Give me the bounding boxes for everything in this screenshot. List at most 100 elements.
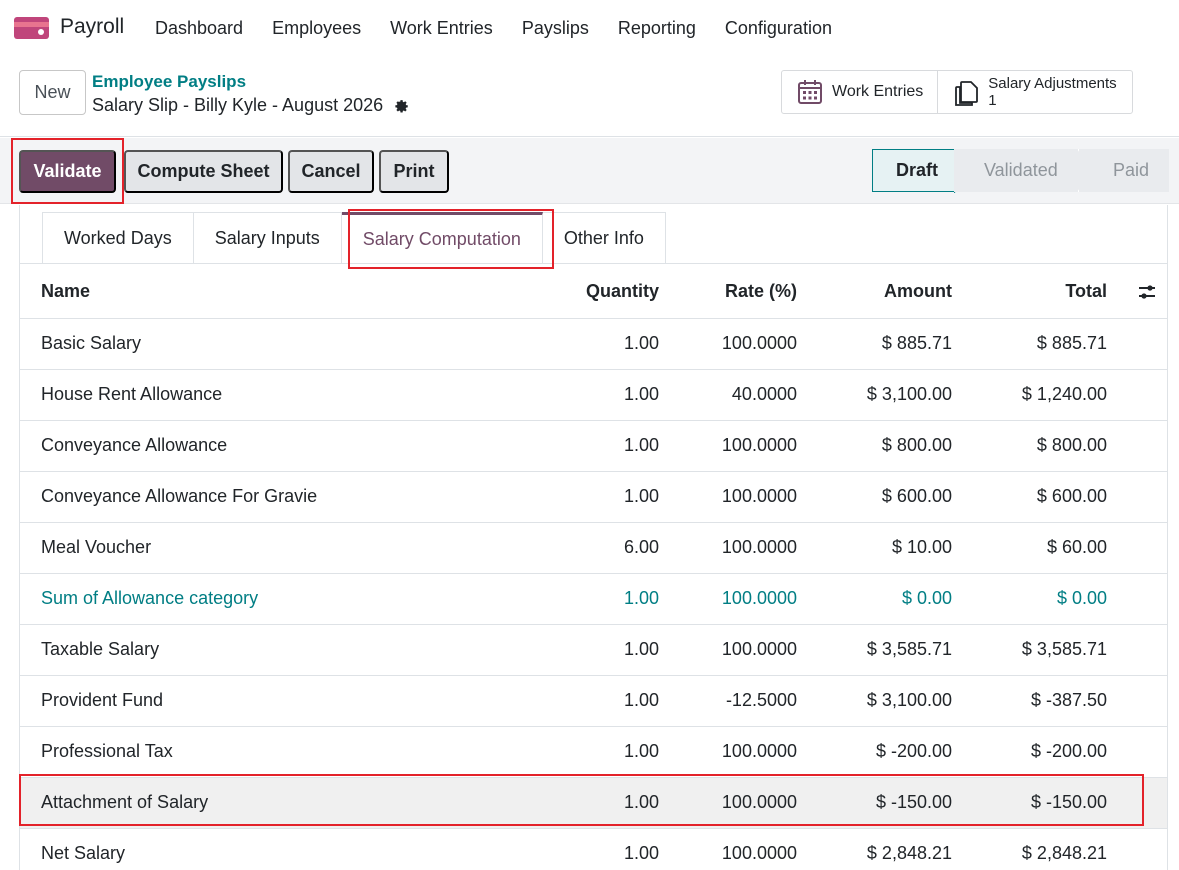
table-row[interactable]: Sum of Allowance category 1.00 100.0000 … <box>20 573 1167 625</box>
cell-quantity: 1.00 <box>539 420 669 472</box>
menu-employees[interactable]: Employees <box>272 18 361 39</box>
stage-draft[interactable]: Draft <box>872 149 972 193</box>
cell-total: $ 885.71 <box>962 318 1117 370</box>
cell-quantity: 1.00 <box>539 624 669 676</box>
print-button[interactable]: Print <box>379 150 449 193</box>
col-rate[interactable]: Rate (%) <box>669 265 807 319</box>
cell-total: $ 800.00 <box>962 420 1117 472</box>
menu-reporting[interactable]: Reporting <box>618 18 696 39</box>
smart-buttons: Work Entries Salary Adjustments 1 <box>781 70 1133 114</box>
app-name[interactable]: Payroll <box>60 15 124 39</box>
cell-rate: 40.0000 <box>669 369 807 421</box>
cell-rate: 100.0000 <box>669 828 807 870</box>
compute-sheet-button[interactable]: Compute Sheet <box>124 150 283 193</box>
cell-name: Net Salary <box>20 828 539 870</box>
cell-optional <box>1117 675 1167 727</box>
cell-name: Conveyance Allowance <box>20 420 539 472</box>
table-row[interactable]: Basic Salary 1.00 100.0000 $ 885.71 $ 88… <box>20 318 1167 370</box>
control-panel: New Employee Payslips Salary Slip - Bill… <box>0 57 1179 137</box>
cell-quantity: 1.00 <box>539 573 669 625</box>
top-navbar: Payroll Dashboard Employees Work Entries… <box>0 0 1179 57</box>
payroll-app-icon[interactable] <box>14 17 49 39</box>
cell-optional <box>1117 828 1167 870</box>
table-row[interactable]: Net Salary 1.00 100.0000 $ 2,848.21 $ 2,… <box>20 828 1167 870</box>
cell-quantity: 1.00 <box>539 828 669 870</box>
cell-name: House Rent Allowance <box>20 369 539 421</box>
cell-total: $ 0.00 <box>962 573 1117 625</box>
cell-amount: $ 800.00 <box>807 420 962 472</box>
cell-total: $ -387.50 <box>962 675 1117 727</box>
cell-rate: 100.0000 <box>669 318 807 370</box>
table-row[interactable]: Conveyance Allowance For Gravie 1.00 100… <box>20 471 1167 523</box>
cell-amount: $ 2,848.21 <box>807 828 962 870</box>
tab-divider <box>20 263 1168 264</box>
breadcrumb-current-label: Salary Slip - Billy Kyle - August 2026 <box>92 95 384 115</box>
col-quantity[interactable]: Quantity <box>539 265 669 319</box>
cell-amount: $ 3,585.71 <box>807 624 962 676</box>
cell-total: $ 3,585.71 <box>962 624 1117 676</box>
cell-rate: -12.5000 <box>669 675 807 727</box>
table-row[interactable]: Conveyance Allowance 1.00 100.0000 $ 800… <box>20 420 1167 472</box>
gear-icon[interactable] <box>392 97 410 115</box>
cell-total: $ 2,848.21 <box>962 828 1117 870</box>
cancel-button[interactable]: Cancel <box>288 150 374 193</box>
cell-name: Conveyance Allowance For Gravie <box>20 471 539 523</box>
menu-payslips[interactable]: Payslips <box>522 18 589 39</box>
validate-button[interactable]: Validate <box>19 150 116 193</box>
calendar-icon <box>798 80 822 104</box>
cell-quantity: 1.00 <box>539 471 669 523</box>
table-row[interactable]: Meal Voucher 6.00 100.0000 $ 10.00 $ 60.… <box>20 522 1167 574</box>
cell-name: Meal Voucher <box>20 522 539 574</box>
tab-salary-inputs[interactable]: Salary Inputs <box>193 212 342 264</box>
cell-optional <box>1117 624 1167 676</box>
cell-amount: $ 0.00 <box>807 573 962 625</box>
cell-rate: 100.0000 <box>669 573 807 625</box>
column-settings-icon[interactable] <box>1137 282 1157 302</box>
menu-dashboard[interactable]: Dashboard <box>155 18 243 39</box>
status-pipeline: Draft Validated Paid <box>872 149 1169 193</box>
new-button[interactable]: New <box>19 70 86 115</box>
table-header-row: Name Quantity Rate (%) Amount Total <box>20 265 1167 319</box>
menu-work-entries[interactable]: Work Entries <box>390 18 493 39</box>
cell-optional <box>1117 573 1167 625</box>
breadcrumb-parent[interactable]: Employee Payslips <box>92 72 246 92</box>
col-amount[interactable]: Amount <box>807 265 962 319</box>
col-name[interactable]: Name <box>20 265 539 319</box>
col-total[interactable]: Total <box>962 265 1117 319</box>
cell-optional <box>1117 471 1167 523</box>
tab-other-info[interactable]: Other Info <box>542 212 666 264</box>
documents-icon <box>955 81 979 106</box>
cell-optional <box>1117 420 1167 472</box>
cell-name: Provident Fund <box>20 675 539 727</box>
cell-name: Taxable Salary <box>20 624 539 676</box>
cell-rate: 100.0000 <box>669 471 807 523</box>
cell-optional <box>1117 369 1167 421</box>
cell-total: $ 1,240.00 <box>962 369 1117 421</box>
cell-amount: $ 3,100.00 <box>807 675 962 727</box>
salary-adjustments-button[interactable]: Salary Adjustments 1 <box>937 71 1130 113</box>
table-row[interactable]: Taxable Salary 1.00 100.0000 $ 3,585.71 … <box>20 624 1167 676</box>
stage-validated-label: Validated <box>984 160 1058 180</box>
cell-name: Professional Tax <box>20 726 539 778</box>
cell-amount: $ 3,100.00 <box>807 369 962 421</box>
cell-total: $ -200.00 <box>962 726 1117 778</box>
cell-optional <box>1117 726 1167 778</box>
table-row[interactable]: Professional Tax 1.00 100.0000 $ -200.00… <box>20 726 1167 778</box>
menu-configuration[interactable]: Configuration <box>725 18 832 39</box>
cell-amount: $ -200.00 <box>807 726 962 778</box>
cell-total: $ 600.00 <box>962 471 1117 523</box>
table-row[interactable]: House Rent Allowance 1.00 40.0000 $ 3,10… <box>20 369 1167 421</box>
stage-validated[interactable]: Validated <box>954 149 1096 192</box>
cell-rate: 100.0000 <box>669 624 807 676</box>
table-row[interactable]: Provident Fund 1.00 -12.5000 $ 3,100.00 … <box>20 675 1167 727</box>
tab-worked-days[interactable]: Worked Days <box>42 212 194 264</box>
stage-paid[interactable]: Paid <box>1079 149 1169 192</box>
stage-paid-label: Paid <box>1113 160 1150 180</box>
cell-optional <box>1117 318 1167 370</box>
breadcrumb-current: Salary Slip - Billy Kyle - August 2026 <box>92 95 410 116</box>
cell-amount: $ 600.00 <box>807 471 962 523</box>
cell-amount: $ 885.71 <box>807 318 962 370</box>
salary-adjustments-text: Salary Adjustments 1 <box>988 75 1116 109</box>
cell-quantity: 1.00 <box>539 675 669 727</box>
work-entries-button[interactable]: Work Entries <box>782 71 937 113</box>
